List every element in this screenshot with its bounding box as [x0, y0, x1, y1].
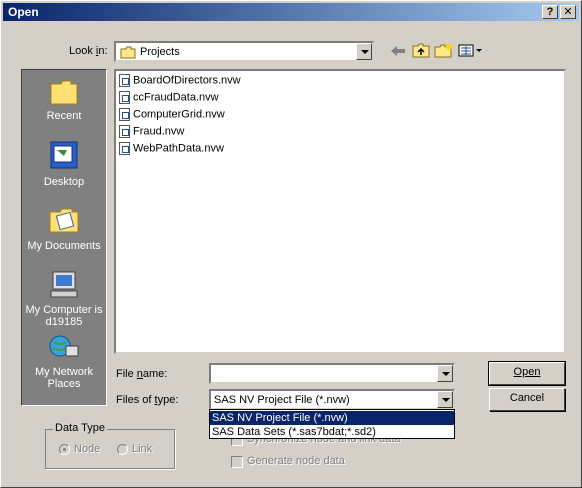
help-button[interactable]: ? — [542, 5, 558, 19]
chevron-down-icon — [442, 372, 450, 376]
my-computer-icon — [50, 271, 78, 298]
chevron-down-icon — [442, 398, 450, 402]
list-item[interactable]: Fraud.nvw — [119, 125, 184, 141]
file-name-label: File name: — [116, 368, 168, 380]
open-dialog: Open ? ✕ Look in: Projects Recent Deskto… — [0, 0, 582, 488]
place-recent-label: Recent — [46, 110, 82, 122]
place-my-documents-label: My Documents — [27, 240, 101, 252]
link-radio[interactable] — [117, 444, 128, 455]
files-of-type-select[interactable]: SAS NV Project File (*.nvw) — [209, 389, 455, 410]
nvw-file-icon — [119, 142, 130, 155]
look-in-value: Projects — [140, 46, 180, 58]
nvw-file-icon — [119, 125, 130, 138]
nvw-file-icon — [119, 108, 130, 121]
look-in-combo[interactable]: Projects — [114, 41, 374, 62]
files-of-type-label: Files of type: — [116, 394, 179, 406]
chevron-down-icon — [361, 50, 369, 54]
place-network[interactable]: My Network Places — [22, 334, 106, 390]
list-item[interactable]: ComputerGrid.nvw — [119, 108, 225, 124]
my-documents-icon — [49, 208, 79, 233]
file-name-dropdown-button[interactable] — [437, 365, 453, 382]
place-network-label: My Network Places — [34, 366, 94, 390]
network-places-icon — [49, 335, 79, 357]
list-item[interactable]: BoardOfDirectors.nvw — [119, 74, 241, 90]
place-recent[interactable]: Recent — [22, 78, 106, 122]
generate-node-data-label: Generate node data — [247, 455, 345, 467]
look-in-dropdown-button[interactable] — [356, 43, 372, 60]
file-name-field[interactable] — [209, 363, 455, 384]
option-sas-data-sets[interactable]: SAS Data Sets (*.sas7bdat;*.sd2) — [210, 425, 454, 439]
node-radio-label: Node — [74, 443, 101, 455]
window-title: Open — [8, 5, 39, 19]
place-desktop-label: Desktop — [43, 176, 85, 188]
list-item[interactable]: WebPathData.nvw — [119, 142, 224, 158]
view-menu-icon[interactable] — [458, 44, 484, 57]
files-of-type-dropdown-list[interactable]: SAS NV Project File (*.nvw) SAS Data Set… — [209, 409, 455, 439]
link-radio-label: Link — [132, 443, 153, 455]
recent-folder-icon — [50, 80, 78, 105]
file-list[interactable]: BoardOfDirectors.nvw ccFraudData.nvw Com… — [114, 69, 566, 354]
folder-icon — [120, 46, 136, 59]
nvw-file-icon — [119, 74, 130, 87]
option-nvw[interactable]: SAS NV Project File (*.nvw) — [210, 411, 454, 425]
node-radio[interactable] — [59, 444, 70, 455]
place-desktop[interactable]: Desktop — [22, 140, 106, 188]
close-button[interactable]: ✕ — [560, 5, 576, 19]
desktop-icon — [50, 141, 78, 169]
close-icon: ✕ — [563, 6, 573, 18]
places-bar: Recent Desktop My Documents My Computer … — [21, 69, 107, 406]
title-bar[interactable]: Open ? ✕ — [3, 3, 579, 21]
generate-node-data-checkbox[interactable] — [231, 456, 243, 468]
nvw-file-icon — [119, 91, 130, 104]
open-button[interactable]: Open — [488, 361, 566, 386]
list-item[interactable]: ccFraudData.nvw — [119, 91, 219, 107]
data-type-title: Data Type — [53, 422, 107, 434]
back-arrow-icon[interactable] — [390, 45, 406, 57]
cancel-button[interactable]: Cancel — [489, 388, 565, 411]
new-folder-icon[interactable] — [434, 42, 454, 58]
look-in-label: Look in: — [69, 45, 108, 57]
place-my-computer[interactable]: My Computer is d19185 — [22, 270, 106, 328]
files-of-type-dropdown-button[interactable] — [437, 391, 453, 408]
up-folder-icon[interactable] — [412, 43, 430, 58]
place-my-computer-label: My Computer is d19185 — [25, 304, 103, 328]
place-my-documents[interactable]: My Documents — [22, 204, 106, 252]
